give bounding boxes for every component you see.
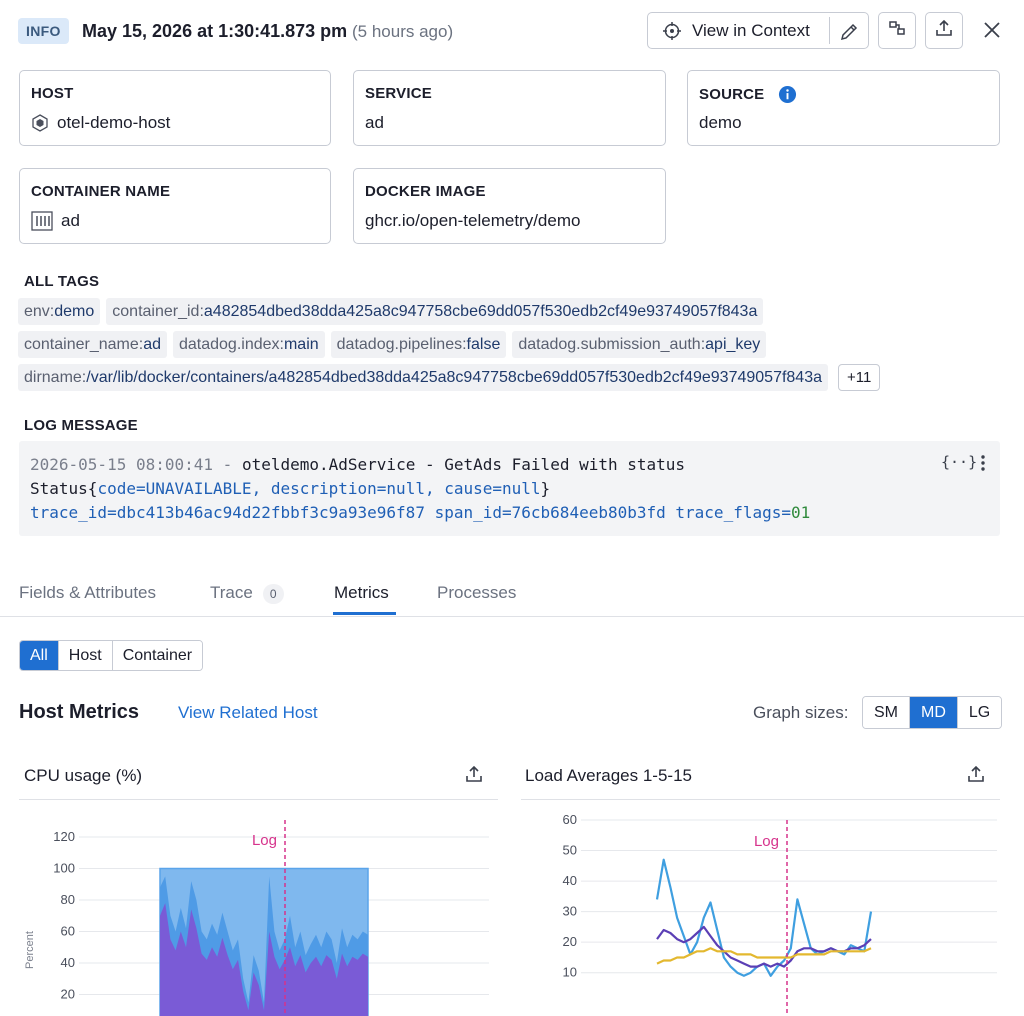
view-related-host-link[interactable]: View Related Host — [178, 703, 318, 723]
view-in-context-label: View in Context — [692, 20, 810, 40]
log-timestamp-text: 2026-05-15 08:00:41 — [30, 455, 214, 474]
size-sm-button[interactable]: SM — [863, 697, 909, 728]
size-md-button[interactable]: MD — [909, 697, 957, 728]
load-chart-divider — [521, 799, 1000, 800]
source-card[interactable]: SOURCE demo — [687, 70, 1000, 146]
all-tags-title: ALL TAGS — [24, 273, 100, 290]
load-y-tick-label: 50 — [563, 843, 577, 858]
load-y-tick-label: 60 — [563, 812, 577, 827]
more-options-icon[interactable] — [979, 453, 987, 477]
hexagon-icon — [31, 114, 49, 132]
log-message-box: 2026-05-15 08:00:41 - oteldemo.AdService… — [19, 441, 1000, 536]
cpu-y-tick-label: 20 — [61, 987, 75, 1002]
trace-fields: trace_id=dbc413b46ac94d22fbbf3c9a93e96f8… — [30, 503, 791, 522]
load-export-icon[interactable] — [966, 764, 986, 789]
graph-size-selector: SM MD LG — [862, 696, 1003, 729]
more-tags-button[interactable]: +11 — [838, 364, 881, 391]
filter-all-button[interactable]: All — [20, 641, 58, 670]
source-label: SOURCE — [699, 86, 765, 103]
graph-sizes-label: Graph sizes: — [753, 703, 849, 722]
tag-container-name[interactable]: container_name:ad — [18, 331, 167, 358]
filter-host-button[interactable]: Host — [57, 641, 112, 670]
tag-datadog-pipelines[interactable]: datadog.pipelines:false — [330, 331, 507, 358]
tag-container-id[interactable]: container_id:a482854dbed38dda425a8c94775… — [106, 298, 764, 325]
link-arrows-icon — [886, 17, 908, 44]
cpu-y-tick-label: 60 — [61, 924, 75, 939]
load-y-tick-label: 20 — [563, 934, 577, 949]
container-name-label: CONTAINER NAME — [31, 183, 171, 200]
info-icon[interactable] — [778, 85, 797, 104]
load-y-tick-label: 30 — [563, 904, 577, 919]
service-value: ad — [365, 113, 384, 132]
load-chart-title: Load Averages 1-5-15 — [525, 766, 692, 785]
log-level-badge: INFO — [18, 18, 69, 44]
source-value: demo — [699, 113, 742, 132]
log-message-title: LOG MESSAGE — [24, 417, 138, 434]
tag-env[interactable]: env:demo — [18, 298, 101, 325]
container-name-value: ad — [61, 211, 80, 230]
target-icon — [662, 21, 682, 41]
active-tab-indicator — [333, 612, 396, 615]
relative-time: (5 hours ago) — [352, 22, 454, 41]
load-y-tick-label: 40 — [563, 873, 577, 888]
service-label: SERVICE — [365, 85, 432, 102]
service-card[interactable]: SERVICE ad — [353, 70, 666, 146]
host-card[interactable]: HOST otel-demo-host — [19, 70, 331, 146]
cpu-usage-chart: Percent 120 100 80 60 40 20 Log — [24, 820, 489, 1016]
load-log-marker-label: Log — [754, 833, 779, 850]
status-fields: code=UNAVAILABLE, description=null, caus… — [97, 479, 541, 498]
view-in-context-button[interactable]: View in Context — [647, 12, 869, 49]
cpu-y-tick-label: 100 — [53, 861, 75, 876]
tab-processes[interactable]: Processes — [437, 581, 516, 605]
export-button[interactable] — [925, 12, 963, 49]
load-averages-chart: 60 50 40 30 20 10 Log — [563, 812, 997, 1016]
cpu-chart-title: CPU usage (%) — [24, 766, 143, 785]
scope-filter: All Host Container — [19, 640, 204, 671]
upload-icon — [934, 18, 954, 43]
cpu-export-icon[interactable] — [464, 764, 484, 789]
log-text: oteldemo.AdService - GetAds Failed with … — [241, 455, 686, 474]
load-y-tick-label: 10 — [563, 965, 577, 980]
tag-list: env:demo container_id:a482854dbed38dda42… — [18, 298, 1008, 397]
tag-submission-auth[interactable]: datadog.submission_auth:api_key — [512, 331, 767, 358]
json-format-icon[interactable]: {··} — [941, 453, 977, 471]
tag-datadog-index[interactable]: datadog.index:main — [172, 331, 325, 358]
host-label: HOST — [31, 85, 74, 102]
tab-metrics[interactable]: Metrics — [334, 581, 389, 605]
tab-trace[interactable]: Trace 0 — [210, 581, 284, 605]
share-link-button[interactable] — [878, 12, 916, 49]
load-line-series-1 — [656, 925, 872, 968]
docker-image-label: DOCKER IMAGE — [365, 183, 486, 200]
edit-icon[interactable] — [838, 21, 860, 48]
cpu-log-marker-label: Log — [252, 832, 277, 849]
docker-image-value: ghcr.io/open-telemetry/demo — [365, 211, 581, 230]
size-lg-button[interactable]: LG — [956, 697, 1002, 728]
cpu-y-tick-label: 40 — [61, 955, 75, 970]
cpu-y-axis-label: Percent — [24, 931, 36, 969]
container-name-card[interactable]: CONTAINER NAME ad — [19, 168, 331, 244]
tag-dirname[interactable]: dirname:/var/lib/docker/containers/a4828… — [18, 364, 828, 391]
button-divider — [829, 17, 830, 44]
cpu-y-tick-label: 80 — [61, 892, 75, 907]
log-timestamp: May 15, 2026 at 1:30:41.873 pm — [82, 21, 348, 41]
tabs-divider — [0, 616, 1024, 617]
host-value: otel-demo-host — [57, 113, 171, 132]
cpu-y-tick-label: 120 — [53, 829, 75, 844]
close-icon[interactable] — [980, 18, 1004, 42]
filter-container-button[interactable]: Container — [111, 641, 203, 670]
docker-image-card[interactable]: DOCKER IMAGE ghcr.io/open-telemetry/demo — [353, 168, 666, 244]
trace-count: 0 — [262, 584, 284, 604]
cpu-chart-divider — [19, 799, 498, 800]
tab-fields-attributes[interactable]: Fields & Attributes — [19, 581, 156, 605]
host-metrics-title: Host Metrics — [19, 701, 140, 723]
container-icon — [31, 211, 53, 231]
